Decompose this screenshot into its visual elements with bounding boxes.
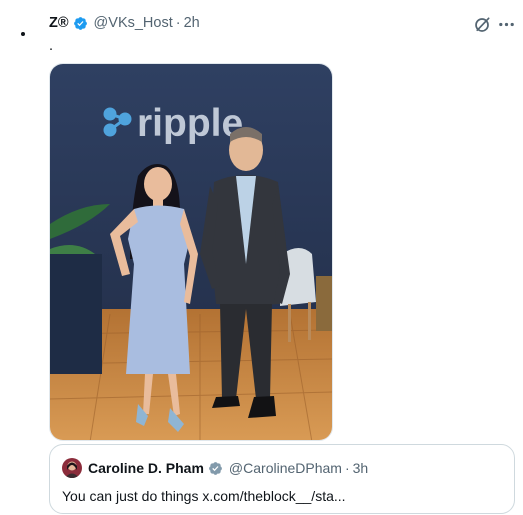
tweet-text: . (49, 38, 54, 54)
quoted-verified-icon (209, 461, 222, 475)
separator-dot: · (175, 15, 181, 31)
quoted-timestamp[interactable]: 3h (353, 460, 369, 476)
more-options-icon[interactable] (497, 15, 516, 34)
grok-icon[interactable] (473, 15, 492, 34)
author-display-name[interactable]: Z® (49, 15, 69, 31)
quoted-author-handle[interactable]: @CarolineDPham (229, 460, 342, 476)
quoted-separator-dot: · (344, 460, 350, 476)
tweet-timestamp[interactable]: 2h (184, 15, 200, 31)
quoted-tweet[interactable]: Caroline D. Pham @CarolineDPham · 3h You… (49, 444, 515, 514)
avatar[interactable] (21, 32, 25, 36)
ripple-logo-text: ripple (137, 102, 243, 145)
quoted-author-avatar[interactable] (62, 458, 82, 478)
quoted-author-display-name[interactable]: Caroline D. Pham (88, 460, 204, 476)
tweet-photo[interactable]: ripple (49, 63, 333, 441)
verified-badge-icon (73, 16, 87, 30)
tweet-header: Z® @VKs_Host · 2h (49, 15, 200, 31)
author-handle[interactable]: @VKs_Host (94, 15, 173, 31)
photo-illustration: ripple (50, 64, 332, 440)
tweet[interactable]: Z® @VKs_Host · 2h . ripple Caroline D. P… (0, 0, 523, 515)
quoted-tweet-text: You can just do things x.com/theblock__/… (62, 488, 346, 504)
quoted-tweet-header: Caroline D. Pham @CarolineDPham · 3h (62, 458, 368, 478)
